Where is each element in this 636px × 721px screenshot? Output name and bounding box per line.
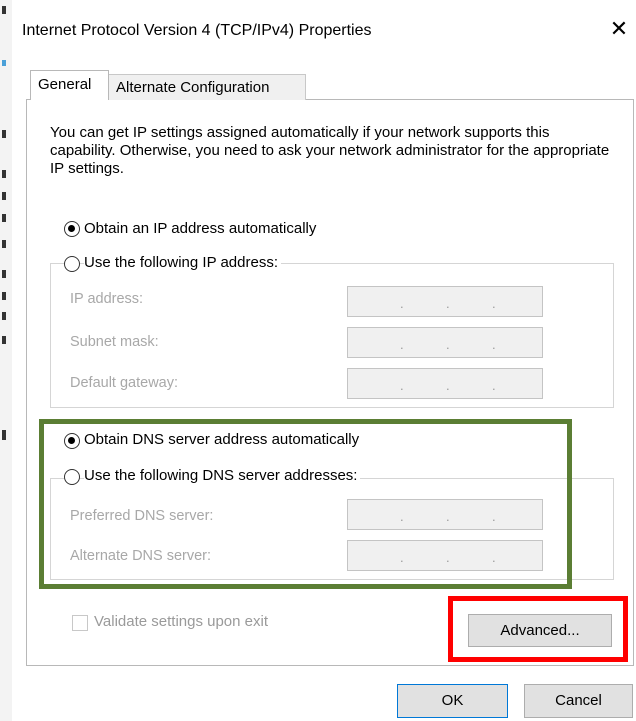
- ip-address-label: IP address:: [70, 291, 144, 307]
- default-gateway-input[interactable]: ...: [347, 368, 543, 399]
- tab-general[interactable]: General: [30, 70, 109, 100]
- background-window-edge: [0, 0, 12, 721]
- window-title: Internet Protocol Version 4 (TCP/IPv4) P…: [22, 22, 372, 39]
- ip-manual-label[interactable]: Use the following IP address:: [84, 254, 281, 271]
- dns-highlight-box: [39, 419, 572, 589]
- ip-address-input[interactable]: ...: [347, 286, 543, 317]
- validate-label[interactable]: Validate settings upon exit: [94, 613, 268, 630]
- ip-manual-radio[interactable]: [64, 256, 80, 272]
- validate-checkbox[interactable]: [72, 615, 88, 631]
- intro-text: You can get IP settings assigned automat…: [50, 124, 610, 177]
- advanced-highlight-box: [448, 596, 628, 662]
- tab-alternate-configuration[interactable]: Alternate Configuration: [108, 74, 306, 100]
- close-icon[interactable]: ✕: [604, 14, 634, 44]
- cancel-button[interactable]: Cancel: [524, 684, 633, 718]
- ok-button[interactable]: OK: [397, 684, 508, 718]
- subnet-mask-input[interactable]: ...: [347, 327, 543, 358]
- default-gateway-label: Default gateway:: [70, 375, 179, 391]
- ip-auto-radio[interactable]: [64, 221, 80, 237]
- ip-auto-label[interactable]: Obtain an IP address automatically: [84, 220, 320, 237]
- subnet-mask-label: Subnet mask:: [70, 334, 159, 350]
